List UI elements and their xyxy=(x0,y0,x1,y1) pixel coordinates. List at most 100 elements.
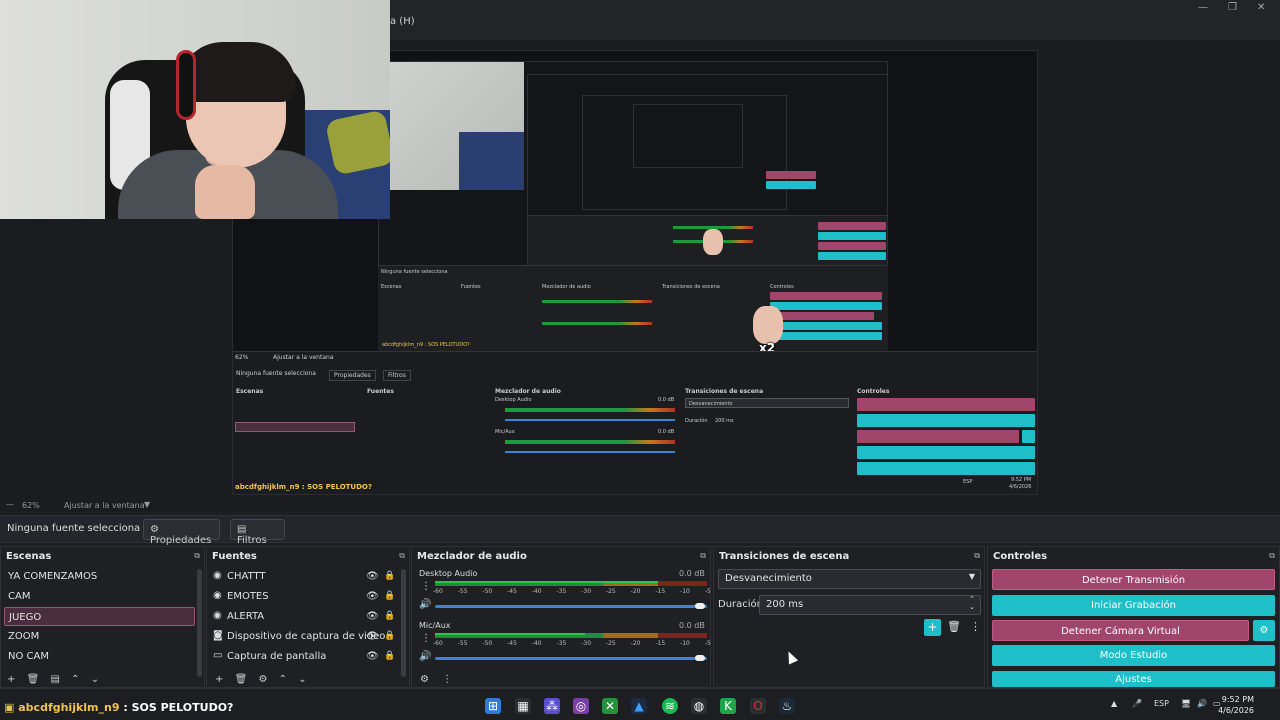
chevron-down-icon[interactable]: ⌄ xyxy=(298,674,306,685)
visibility-eye-icon[interactable]: 👁 xyxy=(366,591,379,602)
apps-icon[interactable]: ⁂ xyxy=(544,698,560,714)
source-label: CHATTT xyxy=(227,571,266,582)
zoom-level[interactable]: 62% xyxy=(22,501,40,510)
volume-slider-knob[interactable] xyxy=(695,655,705,661)
settings-button[interactable]: Ajustes xyxy=(992,671,1275,687)
chevron-down-icon[interactable]: ▼ xyxy=(144,500,150,509)
scene-item[interactable]: NO CAM xyxy=(4,647,194,666)
nested-meter xyxy=(505,440,675,444)
nested-selected-scene xyxy=(235,422,355,432)
virtual-cam-settings-button[interactable]: ⚙ xyxy=(1253,620,1275,641)
nested-controls-title: Controles xyxy=(857,388,890,395)
speaker-icon[interactable]: 🔊 xyxy=(419,651,431,662)
visibility-eye-icon[interactable]: 👁 xyxy=(366,651,379,662)
duration-field[interactable]: 200 ms ⌃ ⌄ xyxy=(759,595,981,615)
camera-icon: ◙ xyxy=(213,630,223,641)
gear-icon[interactable]: ⚙ xyxy=(258,674,267,685)
start-record-button[interactable]: Iniciar Grabación xyxy=(992,595,1275,616)
stop-virtual-cam-button[interactable]: Detener Cámara Virtual xyxy=(992,620,1249,641)
trash-icon[interactable]: 🗑 xyxy=(27,674,40,685)
properties-button[interactable]: ⚙ Propiedades xyxy=(143,519,220,546)
volume-slider[interactable] xyxy=(435,605,707,608)
xbox-icon[interactable]: ✕ xyxy=(602,698,618,714)
scrollbar[interactable] xyxy=(197,569,202,677)
close-icon[interactable]: ✕ xyxy=(1257,2,1265,13)
scene-item[interactable]: CAM xyxy=(4,587,194,606)
transition-select[interactable]: Desvanecimiento ▼ xyxy=(718,569,981,589)
nested-sticker xyxy=(703,229,723,255)
instagram-icon[interactable]: ◎ xyxy=(573,698,589,714)
maximize-icon[interactable]: ❐ xyxy=(1228,2,1237,13)
windows-start-icon[interactable]: ⊞ xyxy=(485,698,501,714)
lock-icon[interactable]: 🔒 xyxy=(384,631,395,641)
volume-icon[interactable]: 🔊 xyxy=(1197,699,1207,708)
lock-icon[interactable]: 🔒 xyxy=(384,611,395,621)
meter-scale: -60 -55 -50 -45 -40 -35 -30 -25 -20 -15 … xyxy=(433,640,730,647)
lock-icon[interactable]: 🔒 xyxy=(384,591,395,601)
steam-icon[interactable]: ♨ xyxy=(779,698,795,714)
trash-icon[interactable]: 🗑 xyxy=(235,674,248,685)
gear-icon[interactable]: ⚙ xyxy=(420,674,429,685)
filter-icon[interactable]: ▤ xyxy=(50,674,59,685)
calendar-icon[interactable]: ▦ xyxy=(515,698,531,714)
transition-value: Desvanecimiento xyxy=(725,573,812,584)
studio-mode-button[interactable]: Modo Estudio xyxy=(992,645,1275,666)
visibility-eye-icon[interactable]: 👁 xyxy=(366,611,379,622)
kebab-menu-icon[interactable]: ⋮ xyxy=(970,620,981,633)
kebab-menu-icon[interactable]: ⋮ xyxy=(421,581,431,592)
filters-button[interactable]: ▤ Filtros xyxy=(230,519,285,546)
lock-icon[interactable]: 🔒 xyxy=(384,571,395,581)
taskbar: ▣ abcdfghijklm_n9 : SOS PELOTUDO? ⊞ ▦ ⁂ … xyxy=(0,688,1280,720)
nested-control-button xyxy=(857,462,1035,475)
language-indicator[interactable]: ESP xyxy=(1154,699,1169,708)
minimize-icon[interactable]: — xyxy=(1198,2,1208,13)
trash-icon[interactable]: 🗑 xyxy=(947,620,961,633)
network-icon[interactable]: 🖥 xyxy=(1181,699,1191,708)
nested-slider xyxy=(505,419,675,421)
nested-filters: Filtros xyxy=(383,370,411,381)
nested-duration-value: 200 ms xyxy=(715,418,734,424)
dock-float-icon[interactable]: ⧉ xyxy=(399,551,405,561)
scene-item-selected[interactable]: JUEGO xyxy=(4,607,195,626)
source-label: Captura de pantalla xyxy=(227,651,327,662)
menu-help[interactable]: a (H) xyxy=(390,16,415,27)
arrow-app-icon[interactable]: ▲ xyxy=(631,698,647,714)
dock-float-icon[interactable]: ⧉ xyxy=(700,551,706,561)
zoom-collapse-icon[interactable]: — xyxy=(6,500,14,509)
lock-icon[interactable]: 🔒 xyxy=(384,651,395,661)
obs-icon[interactable]: ◍ xyxy=(691,698,707,714)
kebab-menu-icon[interactable]: ⋮ xyxy=(442,674,452,685)
add-transition-button[interactable]: + xyxy=(924,619,941,636)
dock-float-icon[interactable]: ⧉ xyxy=(194,551,200,561)
scrollbar[interactable] xyxy=(401,569,406,677)
chevron-up-icon[interactable]: ⌃ xyxy=(279,674,287,685)
add-icon[interactable]: + xyxy=(215,674,223,685)
microphone-icon[interactable]: 🎤 xyxy=(1132,699,1142,708)
chevron-down-icon: ▼ xyxy=(968,572,975,581)
chevron-down-icon[interactable]: ⌄ xyxy=(91,674,99,685)
zoom-fit[interactable]: Ajustar a la ventana xyxy=(64,501,145,510)
kebab-menu-icon[interactable]: ⋮ xyxy=(421,633,431,644)
chevron-up-icon[interactable]: ▲ xyxy=(1111,699,1117,708)
stop-stream-button[interactable]: Detener Transmisión xyxy=(992,569,1275,590)
nested-control-button xyxy=(766,171,816,179)
nested-control-button xyxy=(857,430,1019,443)
dock-float-icon[interactable]: ⧉ xyxy=(974,551,980,561)
opera-icon[interactable]: O xyxy=(750,698,766,714)
scene-item[interactable]: ZOOM xyxy=(4,627,194,646)
volume-slider[interactable] xyxy=(435,657,707,660)
nested-control-button xyxy=(818,252,886,260)
chevron-up-icon[interactable]: ⌃ xyxy=(71,674,79,685)
spotify-icon[interactable]: ≋ xyxy=(662,698,678,714)
clock[interactable]: 9:52 PM 4/6/2026 xyxy=(1218,694,1254,716)
kick-icon[interactable]: K xyxy=(720,698,736,714)
gear-icon: ⚙ xyxy=(1259,625,1269,636)
visibility-eye-icon[interactable]: 👁 xyxy=(366,631,379,642)
speaker-icon[interactable]: 🔊 xyxy=(419,599,431,610)
volume-slider-knob[interactable] xyxy=(695,603,705,609)
visibility-eye-icon[interactable]: 👁 xyxy=(366,571,379,582)
add-icon[interactable]: + xyxy=(7,674,15,685)
dock-float-icon[interactable]: ⧉ xyxy=(1269,551,1275,561)
source-label: EMOTES xyxy=(227,591,269,602)
scene-item[interactable]: YA COMENZAMOS xyxy=(4,567,194,586)
